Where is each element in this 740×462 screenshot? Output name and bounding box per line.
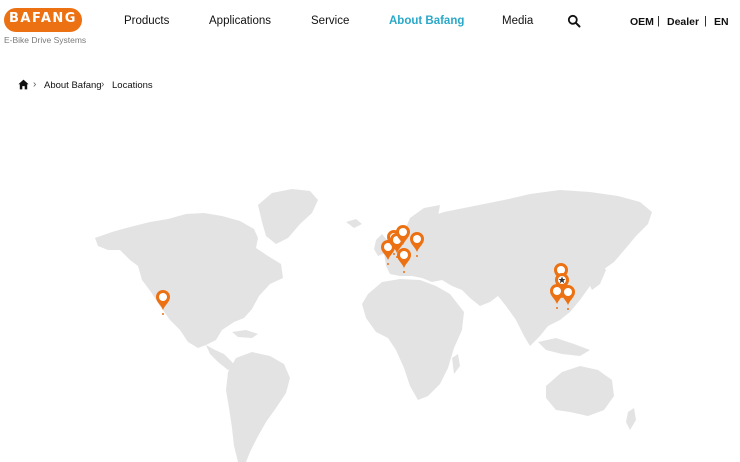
nav-service[interactable]: Service [311, 15, 349, 27]
dealer-link[interactable]: Dealer [667, 16, 699, 28]
breadcrumb-locations: Locations [112, 80, 153, 91]
util-separator: | [657, 15, 660, 27]
nav-applications[interactable]: Applications [209, 15, 271, 27]
land-caribbean [232, 330, 258, 338]
land-masses [95, 189, 652, 462]
land-madagascar [452, 354, 460, 374]
nav-products[interactable]: Products [124, 15, 169, 27]
land-australia [546, 366, 614, 416]
land-southeast-asia [538, 338, 590, 356]
util-separator: | [704, 15, 707, 27]
land-south-america [226, 352, 290, 462]
land-north-america [95, 213, 283, 348]
nav-media[interactable]: Media [502, 15, 533, 27]
breadcrumb-about-bafang[interactable]: About Bafang [44, 80, 102, 91]
site-header: BAFANG E-Bike Drive Systems Products App… [0, 0, 740, 48]
home-icon[interactable] [18, 79, 29, 90]
brand-logo[interactable]: BAFANG E-Bike Drive Systems [4, 8, 87, 46]
chevron-right-icon: › [33, 79, 37, 90]
logo-wordmark: BAFANG [9, 11, 77, 26]
land-iceland [346, 219, 362, 228]
search-icon[interactable] [567, 14, 581, 28]
land-greenland [258, 189, 318, 244]
chevron-right-icon: › [101, 79, 105, 90]
oem-link[interactable]: OEM [630, 16, 654, 28]
land-africa [362, 279, 464, 400]
land-new-zealand [626, 408, 636, 430]
language-switch[interactable]: EN [714, 16, 729, 28]
nav-about-bafang[interactable]: About Bafang [389, 15, 464, 27]
logo-tagline: E-Bike Drive Systems [4, 35, 87, 45]
world-map [95, 189, 652, 462]
